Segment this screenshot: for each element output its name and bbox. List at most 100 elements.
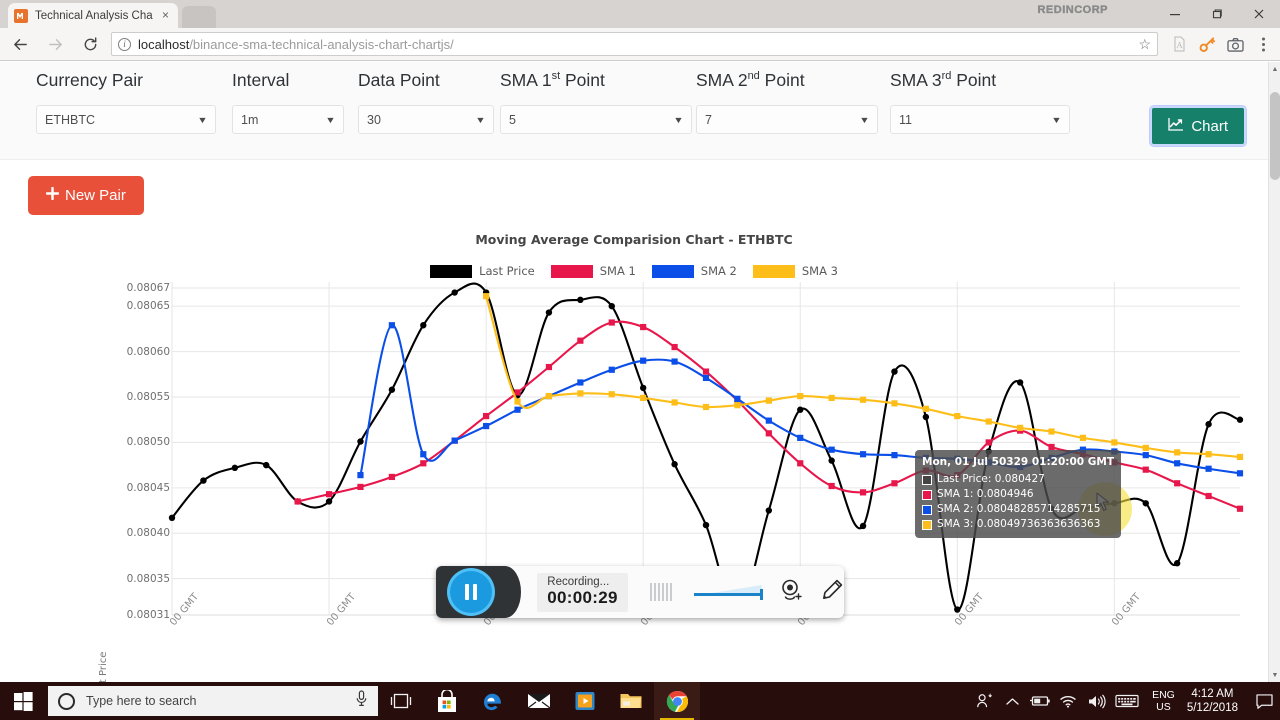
clock-time: 4:12 AM xyxy=(1191,688,1234,700)
y-axis-tick-label: 0.08055 xyxy=(126,391,170,403)
cortana-circle-icon xyxy=(58,692,75,710)
recorder-status-block: Recording... 00:00:29 xyxy=(537,572,628,612)
forward-button[interactable] xyxy=(40,29,70,59)
microphone-icon[interactable] xyxy=(355,690,368,712)
mail-icon[interactable] xyxy=(516,682,562,720)
pause-button[interactable] xyxy=(449,571,492,613)
extension-icons: A xyxy=(1166,31,1280,57)
field-label: Currency Pair xyxy=(36,70,143,90)
tooltip-row: SMA 2: 0.08048285714285715 xyxy=(922,502,1114,517)
window-brand-watermark: REDINCORP xyxy=(1037,4,1108,16)
browser-toolbar: i localhost/binance-sma-technical-analys… xyxy=(0,28,1280,61)
pause-icon xyxy=(464,584,469,600)
tooltip-label: Last Price: 0.080427 xyxy=(937,473,1045,485)
maximize-button[interactable] xyxy=(1196,0,1238,28)
site-info-icon[interactable]: i xyxy=(118,37,131,51)
field-interval: Interval 1m ▼ xyxy=(232,70,344,134)
new-pair-label: New Pair xyxy=(65,187,126,204)
bookmark-star-icon[interactable]: ☆ xyxy=(1138,36,1151,53)
url-path: /binance-sma-technical-analysis-chart-ch… xyxy=(189,36,454,52)
taskbar-search-input[interactable]: Type here to search xyxy=(48,686,378,716)
sma1-value: 5 xyxy=(509,112,516,127)
windows-start-icon[interactable] xyxy=(0,682,46,720)
tooltip-swatch xyxy=(922,504,932,515)
file-explorer-icon[interactable] xyxy=(608,682,654,720)
volume-icon[interactable] xyxy=(1082,682,1110,720)
y-axis-tick-label: 0.08065 xyxy=(126,300,170,313)
chrome-icon[interactable] xyxy=(654,682,700,720)
plus-icon xyxy=(45,186,60,204)
system-tray: ENG US 4:12 AM 5/12/2018 xyxy=(970,682,1280,720)
chart-title: Moving Average Comparision Chart - ETHBT… xyxy=(475,232,793,247)
key-icon[interactable] xyxy=(1194,31,1220,57)
tooltip-row: SMA 3: 0.08049736363636363 xyxy=(922,517,1114,532)
screen-recorder-widget[interactable]: Recording... 00:00:29 xyxy=(436,566,844,618)
scroll-up-icon[interactable]: ▲ xyxy=(1269,62,1280,76)
chevron-down-icon: ▼ xyxy=(325,114,336,125)
currency-pair-select[interactable]: ETHBTC ▼ xyxy=(36,105,216,134)
interval-select[interactable]: 1m ▼ xyxy=(232,105,344,134)
field-sma1: SMA 1st Point 5 ▼ xyxy=(500,70,692,134)
field-label: SMA 3rd Point xyxy=(890,70,997,90)
field-currency-pair: Currency Pair ETHBTC ▼ xyxy=(36,70,216,134)
pause-icon xyxy=(472,584,477,600)
recording-time: 00:00:29 xyxy=(547,587,618,607)
sma2-select[interactable]: 7 ▼ xyxy=(696,105,878,134)
show-hidden-icons-icon[interactable] xyxy=(998,682,1026,720)
scrollbar-thumb[interactable] xyxy=(1270,92,1280,180)
microsoft-store-icon[interactable] xyxy=(424,682,470,720)
audio-meter-icon xyxy=(649,583,672,601)
battery-icon[interactable] xyxy=(1026,682,1054,720)
pdf-icon[interactable]: A xyxy=(1166,31,1192,57)
keyboard-icon[interactable] xyxy=(1110,682,1144,720)
back-button[interactable] xyxy=(5,29,35,59)
reload-button[interactable] xyxy=(75,29,105,59)
task-view-icon[interactable] xyxy=(378,682,424,720)
wifi-icon[interactable] xyxy=(1054,682,1082,720)
browser-tab[interactable]: Technical Analysis Chart × xyxy=(8,3,178,28)
close-button[interactable] xyxy=(1238,0,1280,28)
browser-tab-strip: Technical Analysis Chart × REDINCORP xyxy=(0,0,1280,28)
taskbar-clock[interactable]: 4:12 AM 5/12/2018 xyxy=(1183,687,1248,715)
volume-slider[interactable] xyxy=(693,583,763,601)
edge-icon[interactable] xyxy=(470,682,516,720)
y-axis-tick-label: 0.08060 xyxy=(126,345,170,358)
sma3-select[interactable]: 11 ▼ xyxy=(890,105,1070,134)
kebab-menu-icon[interactable] xyxy=(1250,31,1276,57)
y-axis-tick-label: 0.08031 xyxy=(126,609,170,621)
webcam-add-icon[interactable] xyxy=(779,578,804,607)
tooltip-row: Last Price: 0.080427 xyxy=(922,472,1114,487)
chart-button-label: Chart xyxy=(1191,117,1228,135)
tooltip-row: SMA 1: 0.0804946 xyxy=(922,487,1114,502)
tab-close-icon[interactable]: × xyxy=(159,9,172,22)
input-language[interactable]: ENG US xyxy=(1144,689,1183,713)
action-center-icon[interactable] xyxy=(1248,682,1280,720)
pencil-icon[interactable] xyxy=(820,578,844,607)
movies-tv-icon[interactable] xyxy=(562,682,608,720)
new-tab-button[interactable] xyxy=(182,6,216,28)
window-controls xyxy=(1154,0,1280,28)
chart-button[interactable]: Chart xyxy=(1150,106,1246,146)
sma1-select[interactable]: 5 ▼ xyxy=(500,105,692,134)
controls-form: Currency Pair ETHBTC ▼ Interval 1m ▼ Dat… xyxy=(0,62,1268,160)
data-point-select[interactable]: 30 ▼ xyxy=(358,105,494,134)
chevron-down-icon: ▼ xyxy=(197,114,208,125)
people-icon[interactable] xyxy=(970,682,998,720)
data-point-value: 30 xyxy=(367,112,381,127)
field-sma2: SMA 2nd Point 7 ▼ xyxy=(696,70,878,134)
address-bar[interactable]: i localhost/binance-sma-technical-analys… xyxy=(111,32,1158,56)
chart-plot-area[interactable]: Last Price 0.08067 0.08065 0.08060 0.08055 0… xyxy=(0,270,1268,682)
recorder-pause-area[interactable] xyxy=(436,566,522,618)
field-sma3: SMA 3rd Point 11 ▼ xyxy=(890,70,1070,134)
camera-icon[interactable] xyxy=(1222,31,1248,57)
svg-text:A: A xyxy=(1175,41,1182,50)
new-pair-button[interactable]: New Pair xyxy=(28,176,144,215)
url-text: localhost/binance-sma-technical-analysis… xyxy=(138,37,454,52)
tab-title: Technical Analysis Chart xyxy=(35,9,153,22)
scroll-down-icon[interactable]: ▼ xyxy=(1269,668,1280,682)
tooltip-swatch xyxy=(922,489,932,500)
page-scrollbar[interactable]: ▲ ▼ xyxy=(1268,62,1280,682)
tooltip-swatch xyxy=(922,474,932,485)
recording-status: Recording... xyxy=(547,575,610,588)
minimize-button[interactable] xyxy=(1154,0,1196,28)
